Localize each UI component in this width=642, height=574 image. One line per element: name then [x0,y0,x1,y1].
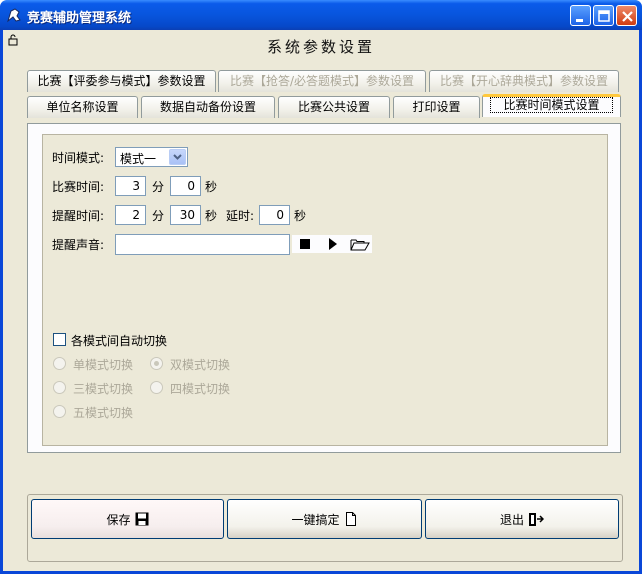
quad-mode-radio [150,381,163,394]
quad-mode-label: 四模式切换 [170,382,231,396]
app-window: 竞赛辅助管理系统 系统参数设置 比赛【评委参与模式】参数设置 比赛【抢答/必答题… [0,0,642,574]
remind-time-label: 提醒时间: [52,209,105,223]
page-title: 系统参数设置 [266,38,375,56]
dual-mode-label: 双模式切换 [170,358,231,372]
floppy-disk-icon [135,512,148,526]
close-icon [622,11,633,22]
minimize-button[interactable] [570,5,591,26]
tab-quiz-mode: 比赛【抢答/必答题模式】参数设置 [218,70,426,92]
penta-mode-radio [53,405,66,418]
penta-mode-label: 五模式切换 [73,406,134,420]
second-unit: 秒 [294,209,307,223]
save-button-label: 保存 [106,512,131,527]
stop-icon[interactable] [299,238,311,250]
tab-label: 打印设置 [412,100,461,114]
maximize-icon [598,10,610,22]
second-unit: 秒 [205,209,218,223]
sound-path-input[interactable] [115,234,290,255]
one-key-button[interactable]: 一键搞定 [227,499,422,539]
tab-judge-mode[interactable]: 比赛【评委参与模式】参数设置 [27,70,216,92]
tab-label: 比赛【抢答/必答题模式】参数设置 [229,74,415,88]
folder-open-icon[interactable] [350,237,370,251]
app-icon [7,8,21,23]
tab-label: 比赛时间模式设置 [490,97,613,113]
tab-unit-name[interactable]: 单位名称设置 [27,96,138,118]
tab-auto-backup[interactable]: 数据自动备份设置 [141,96,275,118]
race-seconds-input[interactable]: 0 [170,176,201,196]
triple-mode-label: 三模式切换 [73,382,134,396]
tab-print-settings[interactable]: 打印设置 [393,96,480,118]
exit-button[interactable]: 退出 [425,499,619,539]
delay-seconds-input[interactable]: 0 [259,205,290,225]
time-mode-select[interactable]: 模式一 [115,147,188,167]
settings-frame: 时间模式: 模式一 比赛时间: 3 分 0 秒 提醒时间: 2 分 30 秒 延… [42,134,608,446]
new-document-icon [345,512,356,526]
sound-label: 提醒声音: [52,238,105,252]
minute-unit: 分 [152,209,165,223]
tab-happy-dictionary: 比赛【开心辞典模式】参数设置 [429,70,619,92]
maximize-button[interactable] [593,5,614,26]
exit-button-content: 退出 [426,500,618,538]
tab-label: 单位名称设置 [46,100,119,114]
race-minutes-input[interactable]: 3 [115,176,146,196]
client-area: 系统参数设置 比赛【评委参与模式】参数设置 比赛【抢答/必答题模式】参数设置 比… [3,30,639,571]
tab-common-settings[interactable]: 比赛公共设置 [278,96,390,118]
single-mode-label: 单模式切换 [73,358,134,372]
tab-time-mode[interactable]: 比赛时间模式设置 [482,94,621,117]
remind-seconds-input[interactable]: 30 [170,205,201,225]
tab-label: 比赛【评委参与模式】参数设置 [37,74,206,88]
save-button-content: 保存 [32,500,223,538]
dual-mode-radio [150,357,163,370]
remind-minutes-input[interactable]: 2 [115,205,146,225]
second-unit: 秒 [205,180,218,194]
play-icon[interactable] [327,237,339,251]
auto-switch-label: 各模式间自动切换 [71,334,168,348]
triple-mode-radio [53,381,66,394]
tab-label: 比赛公共设置 [297,100,370,114]
save-button[interactable]: 保存 [31,499,224,539]
time-mode-label: 时间模式: [52,151,105,165]
title-bar[interactable]: 竞赛辅助管理系统 [0,0,642,30]
dropdown-arrow-glyph [173,154,182,160]
tab-label: 数据自动备份设置 [159,100,256,114]
chevron-down-icon[interactable] [169,149,186,165]
one-key-button-label: 一键搞定 [291,512,340,527]
tab-panel: 时间模式: 模式一 比赛时间: 3 分 0 秒 提醒时间: 2 分 30 秒 延… [27,123,621,453]
race-time-label: 比赛时间: [52,180,105,194]
exit-button-label: 退出 [499,512,524,527]
auto-switch-checkbox[interactable] [53,333,66,346]
media-controls [292,235,372,253]
exit-door-icon [529,512,544,526]
minimize-icon [576,19,583,22]
window-title: 竞赛辅助管理系统 [27,11,132,26]
minute-unit: 分 [152,180,165,194]
single-mode-radio [53,357,66,370]
close-button[interactable] [616,5,637,26]
tab-label: 比赛【开心辞典模式】参数设置 [439,74,608,88]
delay-label: 延时: [226,209,255,223]
time-mode-value: 模式一 [120,152,157,166]
one-key-button-content: 一键搞定 [228,500,421,538]
